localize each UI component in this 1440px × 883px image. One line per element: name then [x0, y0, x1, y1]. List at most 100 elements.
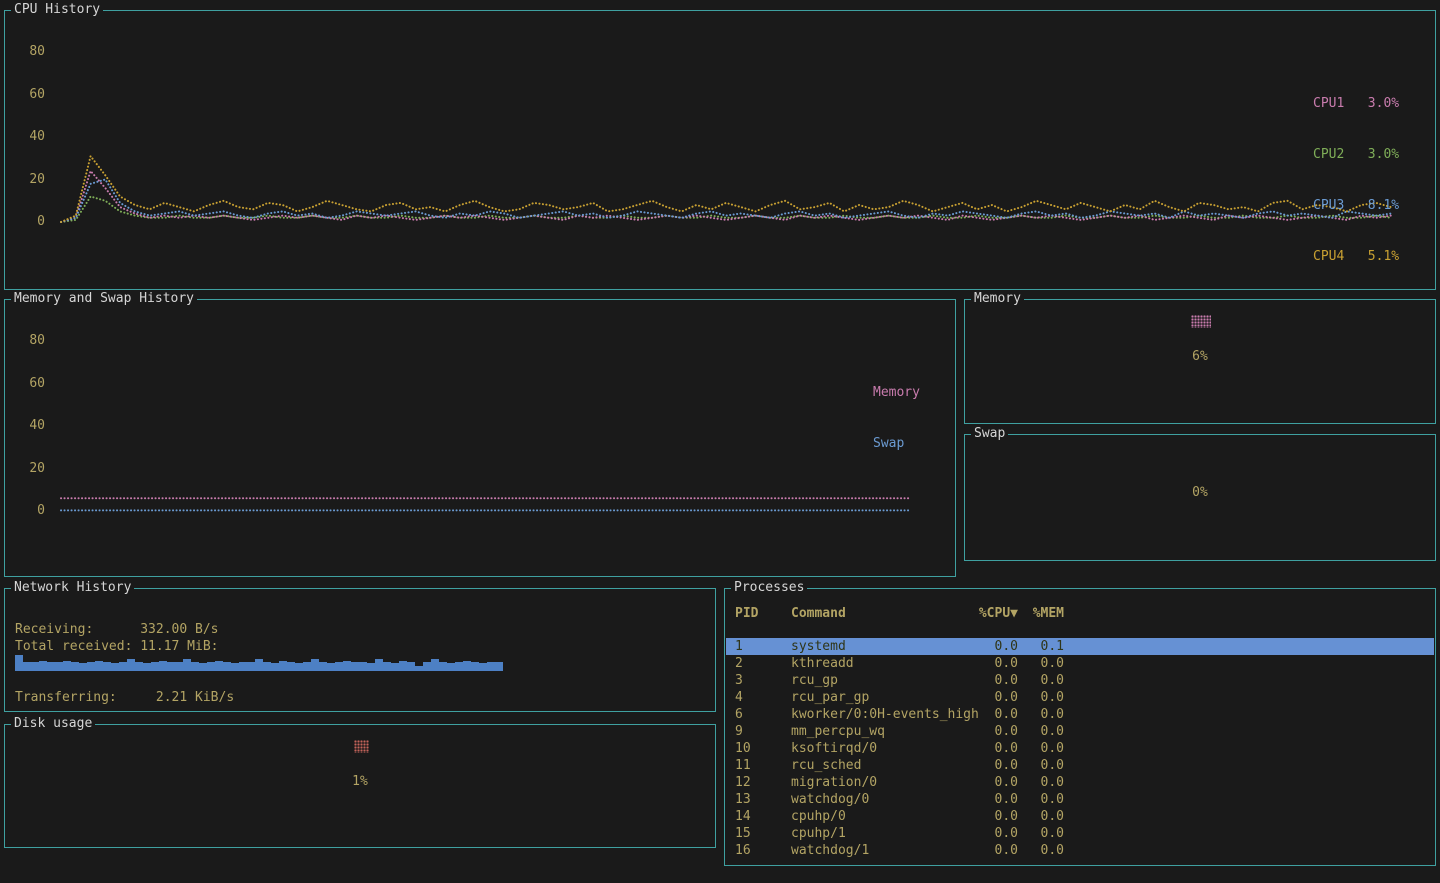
- cpu-history-chart: [5, 11, 1435, 289]
- process-cpu: 0.0: [978, 689, 1018, 706]
- cpu1-legend-entry: CPU1 3.0%: [1313, 95, 1399, 112]
- process-mem: 0.0: [1018, 689, 1064, 706]
- network-transferring-text: Transferring: 2.21 KiB/s: [15, 690, 234, 706]
- swap-legend-entry: Swap: [873, 435, 920, 452]
- process-pid: 11: [735, 757, 791, 774]
- process-mem: 0.0: [1018, 808, 1064, 825]
- swap-gauge-percent: 0%: [965, 485, 1435, 501]
- column-header-pid[interactable]: PID: [735, 605, 791, 622]
- process-row[interactable]: 13 watchdog/0 0.0 0.0: [726, 791, 1434, 808]
- process-row[interactable]: 14 cpuhp/0 0.0 0.0: [726, 808, 1434, 825]
- process-cpu: 0.0: [978, 655, 1018, 672]
- column-header-command[interactable]: Command: [791, 605, 978, 622]
- cpu2-legend-entry: CPU2 3.0%: [1313, 146, 1399, 163]
- cpu-ytick-60: 60: [9, 87, 45, 103]
- process-command: rcu_gp: [791, 672, 978, 689]
- process-pid: 9: [735, 723, 791, 740]
- process-cpu: 0.0: [978, 791, 1018, 808]
- process-pid: 14: [735, 808, 791, 825]
- ms-ytick-60: 60: [9, 376, 45, 392]
- network-history-title: Network History: [11, 580, 134, 596]
- cpu-legend: CPU1 3.0% CPU2 3.0% CPU3 8.1% CPU4 5.1%: [1313, 61, 1399, 299]
- ms-ytick-80: 80: [9, 333, 45, 349]
- process-mem: 0.0: [1018, 672, 1064, 689]
- processes-list: 1 systemd 0.0 0.1 2 kthreadd 0.0 0.0 3 r…: [726, 638, 1434, 859]
- process-pid: 16: [735, 842, 791, 859]
- process-row[interactable]: 15 cpuhp/1 0.0 0.0: [726, 825, 1434, 842]
- process-mem: 0.0: [1018, 723, 1064, 740]
- process-mem: 0.0: [1018, 791, 1064, 808]
- process-pid: 13: [735, 791, 791, 808]
- process-pid: 4: [735, 689, 791, 706]
- disk-usage-percent: 1%: [5, 774, 715, 790]
- process-pid: 3: [735, 672, 791, 689]
- memory-gauge-panel: Memory 6%: [964, 299, 1436, 424]
- process-mem: 0.0: [1018, 774, 1064, 791]
- process-row[interactable]: 3 rcu_gp 0.0 0.0: [726, 672, 1434, 689]
- process-pid: 12: [735, 774, 791, 791]
- process-mem: 0.0: [1018, 757, 1064, 774]
- process-command: rcu_par_gp: [791, 689, 978, 706]
- process-command: migration/0: [791, 774, 978, 791]
- memory-gauge-percent: 6%: [965, 349, 1435, 365]
- process-command: kworker/0:0H-events_high: [791, 706, 978, 723]
- column-header-mem[interactable]: %MEM: [1018, 605, 1064, 622]
- process-pid: 6: [735, 706, 791, 723]
- disk-usage-title: Disk usage: [11, 716, 95, 732]
- process-cpu: 0.0: [978, 774, 1018, 791]
- process-cpu: 0.0: [978, 825, 1018, 842]
- processes-panel: Processes PID Command %CPU▼ %MEM 1 syste…: [724, 588, 1436, 866]
- process-cpu: 0.0: [978, 638, 1018, 655]
- cpu-ytick-80: 80: [9, 44, 45, 60]
- process-row[interactable]: 10 ksoftirqd/0 0.0 0.0: [726, 740, 1434, 757]
- process-mem: 0.1: [1018, 638, 1064, 655]
- memory-swap-history-panel: Memory and Swap History 80 60 40 20 0 Me…: [4, 299, 956, 577]
- process-command: cpuhp/1: [791, 825, 978, 842]
- process-command: mm_percpu_wq: [791, 723, 978, 740]
- process-row[interactable]: 12 migration/0 0.0 0.0: [726, 774, 1434, 791]
- column-header-cpu-sorted[interactable]: %CPU▼: [978, 605, 1018, 622]
- disk-usage-dots-icon: [354, 740, 369, 753]
- process-row[interactable]: 9 mm_percpu_wq 0.0 0.0: [726, 723, 1434, 740]
- process-cpu: 0.0: [978, 842, 1018, 859]
- disk-usage-panel: Disk usage 1%: [4, 724, 716, 848]
- process-row[interactable]: 2 kthreadd 0.0 0.0: [726, 655, 1434, 672]
- ms-ytick-0: 0: [9, 503, 45, 519]
- process-pid: 10: [735, 740, 791, 757]
- cpu-history-panel: CPU History 80 60 40 20 0 CPU1 3.0% CPU2…: [4, 10, 1436, 290]
- process-row[interactable]: 6 kworker/0:0H-events_high 0.0 0.0: [726, 706, 1434, 723]
- process-cpu: 0.0: [978, 808, 1018, 825]
- network-receiving-text: Receiving: 332.00 B/s: [15, 622, 219, 638]
- memory-legend-entry: Memory: [873, 384, 920, 401]
- process-command: ksoftirqd/0: [791, 740, 978, 757]
- process-mem: 0.0: [1018, 842, 1064, 859]
- process-mem: 0.0: [1018, 655, 1064, 672]
- process-cpu: 0.0: [978, 723, 1018, 740]
- swap-gauge-panel: Swap 0%: [964, 434, 1436, 561]
- process-row[interactable]: 4 rcu_par_gp 0.0 0.0: [726, 689, 1434, 706]
- ms-ytick-40: 40: [9, 418, 45, 434]
- process-cpu: 0.0: [978, 672, 1018, 689]
- process-command: watchdog/1: [791, 842, 978, 859]
- process-row[interactable]: 11 rcu_sched 0.0 0.0: [726, 757, 1434, 774]
- process-mem: 0.0: [1018, 825, 1064, 842]
- memory-swap-legend: Memory Swap: [873, 350, 920, 486]
- process-cpu: 0.0: [978, 740, 1018, 757]
- memory-gauge-title: Memory: [971, 291, 1024, 307]
- process-mem: 0.0: [1018, 706, 1064, 723]
- network-history-panel: Network History Receiving: 332.00 B/s To…: [4, 588, 716, 712]
- cpu-ytick-20: 20: [9, 172, 45, 188]
- cpu-ytick-40: 40: [9, 129, 45, 145]
- cpu-ytick-0: 0: [9, 214, 45, 230]
- process-cpu: 0.0: [978, 706, 1018, 723]
- process-pid: 15: [735, 825, 791, 842]
- process-mem: 0.0: [1018, 740, 1064, 757]
- memory-swap-chart: [5, 300, 955, 576]
- process-row[interactable]: 16 watchdog/1 0.0 0.0: [726, 842, 1434, 859]
- cpu4-legend-entry: CPU4 5.1%: [1313, 248, 1399, 265]
- process-pid: 1: [735, 638, 791, 655]
- cpu3-legend-entry: CPU3 8.1%: [1313, 197, 1399, 214]
- process-command: cpuhp/0: [791, 808, 978, 825]
- process-row[interactable]: 1 systemd 0.0 0.1: [726, 638, 1434, 655]
- network-total-received-text: Total received: 11.17 MiB:: [15, 639, 219, 655]
